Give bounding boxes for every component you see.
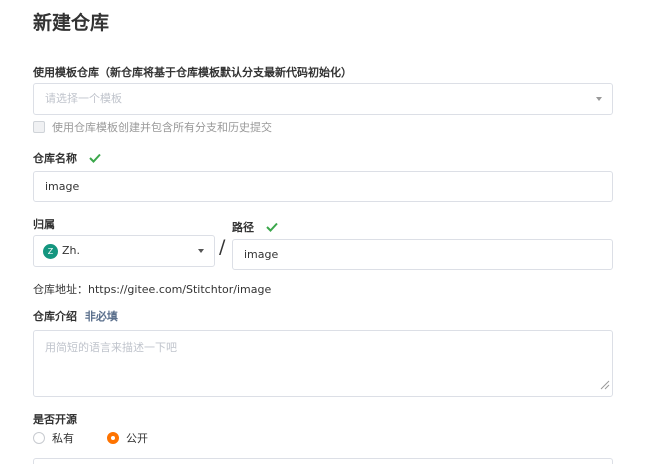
- path-label: 路径: [232, 221, 254, 234]
- path-input[interactable]: image: [232, 239, 613, 270]
- owner-label: 归属: [33, 218, 55, 231]
- description-label: 仓库介绍: [33, 310, 77, 323]
- repo-name-value: image: [45, 180, 80, 193]
- check-icon: [266, 222, 278, 235]
- repo-address-label: 仓库地址：: [33, 283, 88, 296]
- radio-private-label: 私有: [52, 432, 74, 445]
- page-title: 新建仓库: [33, 12, 110, 34]
- description-label-row: 仓库介绍 非必填: [33, 308, 118, 324]
- repo-name-label: 仓库名称: [33, 152, 77, 165]
- caret-down-icon: [596, 97, 602, 101]
- template-select[interactable]: 请选择一个模板: [33, 83, 613, 115]
- include-branches-checkbox[interactable]: [33, 121, 45, 133]
- repo-address-url: https://gitee.com/Stitchtor/image: [88, 283, 272, 296]
- description-optional: 非必填: [84, 310, 118, 323]
- repo-name-label-row: 仓库名称: [33, 150, 101, 166]
- radio-public-label: 公开: [126, 432, 148, 445]
- caret-down-icon: [198, 249, 204, 253]
- description-placeholder: 用简短的语言来描述一下吧: [45, 341, 177, 354]
- path-label-row: 路径: [232, 219, 278, 235]
- repo-address: 仓库地址：https://gitee.com/Stitchtor/image: [33, 281, 271, 297]
- resize-handle-icon[interactable]: [598, 375, 610, 394]
- owner-value: Zh.: [62, 244, 81, 257]
- repo-name-input[interactable]: image: [33, 171, 613, 202]
- open-source-label: 是否开源: [33, 413, 77, 426]
- radio-public[interactable]: [107, 432, 119, 444]
- description-textarea[interactable]: 用简短的语言来描述一下吧: [33, 330, 613, 397]
- include-branches-label: 使用仓库模板创建并包含所有分支和历史提交: [52, 121, 272, 134]
- check-icon: [89, 153, 101, 166]
- next-field-box: [33, 458, 613, 464]
- path-value: image: [244, 248, 279, 261]
- template-label: 使用模板仓库（新仓库将基于仓库模板默认分支最新代码初始化）: [33, 66, 352, 79]
- template-select-placeholder: 请选择一个模板: [45, 92, 122, 105]
- path-separator: /: [219, 236, 226, 258]
- owner-select[interactable]: Z Zh.: [33, 235, 215, 267]
- avatar: Z: [43, 244, 58, 259]
- radio-private[interactable]: [33, 432, 45, 444]
